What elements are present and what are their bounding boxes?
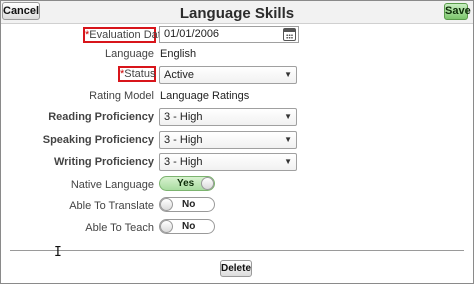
able-to-translate-toggle-text: No: [182, 199, 196, 210]
chevron-down-icon: ▼: [284, 135, 292, 144]
reading-proficiency-value: 3 - High: [164, 111, 203, 123]
able-to-translate-label: Able To Translate: [69, 200, 154, 212]
calendar-icon[interactable]: [283, 28, 296, 41]
able-to-teach-toggle[interactable]: No: [159, 219, 215, 234]
speaking-proficiency-select[interactable]: 3 - High ▼: [159, 131, 297, 149]
writing-proficiency-value: 3 - High: [164, 156, 203, 168]
toggle-knob: [160, 198, 173, 211]
save-button[interactable]: Save: [444, 3, 471, 20]
speaking-proficiency-value: 3 - High: [164, 134, 203, 146]
reading-proficiency-label: Reading Proficiency: [48, 111, 154, 123]
toggle-knob: [201, 177, 214, 190]
rating-model-value: Language Ratings: [160, 90, 250, 102]
evaluation-date-required-highlight: *Evaluation Date: [83, 27, 167, 43]
footer-divider: [10, 250, 464, 251]
status-required-highlight: *Status: [118, 66, 156, 82]
header-bar: Language Skills: [1, 1, 473, 24]
reading-proficiency-select[interactable]: 3 - High ▼: [159, 108, 297, 126]
able-to-translate-toggle[interactable]: No: [159, 197, 215, 212]
chevron-down-icon: ▼: [284, 112, 292, 121]
speaking-proficiency-label: Speaking Proficiency: [42, 134, 154, 146]
evaluation-date-label: *Evaluation Date: [85, 29, 167, 41]
able-to-teach-label: Able To Teach: [85, 222, 154, 234]
status-select-value: Active: [164, 69, 194, 81]
language-label: Language: [105, 48, 154, 60]
status-label: *Status: [120, 68, 156, 80]
able-to-teach-toggle-text: No: [182, 221, 196, 232]
cancel-button[interactable]: Cancel: [2, 2, 40, 20]
status-select[interactable]: Active ▼: [159, 66, 297, 84]
writing-proficiency-label: Writing Proficiency: [53, 156, 154, 168]
chevron-down-icon: ▼: [284, 157, 292, 166]
native-language-toggle[interactable]: Yes: [159, 176, 215, 191]
evaluation-date-input[interactable]: 01/01/2006: [159, 26, 299, 43]
delete-button[interactable]: Delete: [220, 260, 252, 277]
chevron-down-icon: ▼: [284, 70, 292, 79]
language-value: English: [160, 48, 197, 60]
writing-proficiency-select[interactable]: 3 - High ▼: [159, 153, 297, 171]
page-title: Language Skills: [179, 5, 295, 22]
native-language-toggle-text: Yes: [177, 178, 195, 189]
toggle-knob: [160, 220, 173, 233]
text-cursor-icon: I: [54, 245, 62, 260]
rating-model-label: Rating Model: [89, 90, 154, 102]
native-language-label: Native Language: [70, 179, 154, 191]
